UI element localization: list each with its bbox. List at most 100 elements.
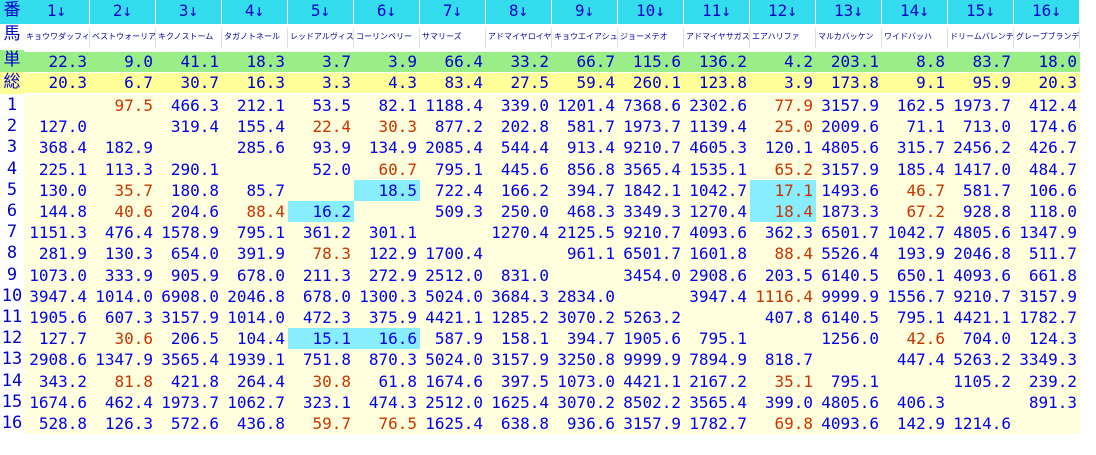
quinella-odds-cell <box>222 159 288 180</box>
win-odds-cell: 41.1 <box>156 52 222 72</box>
quinella-odds-cell: 134.9 <box>354 137 420 159</box>
horse-name-header: ジョーメテオ <box>618 28 684 48</box>
quinella-odds-cell: 1556.7 <box>882 286 948 307</box>
quinella-odds-cell: 1873.3 <box>816 201 882 222</box>
row-label: 9 <box>6 265 18 285</box>
quinella-odds-cell: 4421.1 <box>948 307 1014 328</box>
win-odds-cell: 115.6 <box>618 52 684 72</box>
quinella-odds-cell: 1535.1 <box>684 159 750 180</box>
quinella-odds-cell: 528.8 <box>24 413 90 434</box>
quinella-odds-cell: 182.9 <box>90 137 156 159</box>
quinella-odds-cell: 2302.6 <box>684 95 750 116</box>
quinella-odds-cell: 3070.2 <box>552 392 618 413</box>
horse-name-header: アドマイヤロイヤ <box>486 28 552 48</box>
quinella-odds-cell: 678.0 <box>288 286 354 307</box>
win-odds-cell: 18.3 <box>222 52 288 72</box>
quinella-odds-cell: 82.1 <box>354 95 420 116</box>
place-odds-cell: 83.4 <box>420 73 486 93</box>
win-odds-cell: 83.7 <box>948 52 1014 72</box>
quinella-odds-cell: 407.8 <box>750 307 816 328</box>
win-odds-cell: 9.0 <box>90 52 156 72</box>
win-odds-cell: 3.9 <box>354 52 420 72</box>
quinella-odds-cell: 2512.0 <box>420 392 486 413</box>
quinella-odds-cell: 1139.4 <box>684 116 750 137</box>
quinella-odds-cell: 4421.1 <box>420 307 486 328</box>
quinella-odds-cell: 661.8 <box>1014 265 1080 286</box>
quinella-odds-cell: 166.2 <box>486 180 552 201</box>
quinella-odds-cell: 678.0 <box>222 265 288 286</box>
quinella-odds-cell: 1105.2 <box>948 371 1014 392</box>
place-odds-cell: 95.9 <box>948 73 1014 93</box>
horse-name-header: コーリンベリー <box>354 28 420 48</box>
quinella-odds-cell: 250.0 <box>486 201 552 222</box>
quinella-odds-cell: 4093.6 <box>684 222 750 243</box>
quinella-odds-cell: 301.1 <box>354 222 420 243</box>
quinella-odds-cell: 2046.8 <box>222 286 288 307</box>
quinella-odds-cell: 936.6 <box>552 413 618 434</box>
quinella-odds-cell: 272.9 <box>354 265 420 286</box>
quinella-odds-cell: 1014.0 <box>90 286 156 307</box>
quinella-odds-cell: 3157.9 <box>618 413 684 434</box>
quinella-odds-cell: 1578.9 <box>156 222 222 243</box>
quinella-odds-cell <box>882 371 948 392</box>
quinella-odds-cell: 581.7 <box>552 116 618 137</box>
quinella-odds-cell: 5024.0 <box>420 286 486 307</box>
quinella-odds-cell: 877.2 <box>420 116 486 137</box>
quinella-odds-cell: 3250.8 <box>552 349 618 371</box>
quinella-odds-cell: 375.9 <box>354 307 420 328</box>
quinella-odds-cell: 203.5 <box>750 265 816 286</box>
quinella-odds-cell: 97.5 <box>90 95 156 116</box>
horse-number-header: 12↓ <box>750 0 816 24</box>
quinella-odds-cell: 511.7 <box>1014 243 1080 265</box>
horse-number-header: 5↓ <box>288 0 354 24</box>
quinella-odds-cell: 185.4 <box>882 159 948 180</box>
place-odds-cell: 3.3 <box>288 73 354 93</box>
horse-name-header: ワイドバッハ <box>882 28 948 48</box>
quinella-odds-cell: 928.8 <box>948 201 1014 222</box>
quinella-odds-cell: 3565.4 <box>156 349 222 371</box>
quinella-odds-cell: 9210.7 <box>618 137 684 159</box>
quinella-odds-cell: 795.1 <box>222 222 288 243</box>
quinella-odds-cell: 4805.6 <box>816 392 882 413</box>
quinella-odds-cell: 281.9 <box>24 243 90 265</box>
quinella-odds-cell: 362.3 <box>750 222 816 243</box>
row-label: 14 <box>1 371 23 391</box>
quinella-odds-cell: 1270.4 <box>684 201 750 222</box>
quinella-odds-cell: 913.4 <box>552 137 618 159</box>
quinella-odds-cell: 76.5 <box>354 413 420 434</box>
quinella-odds-cell: 509.3 <box>420 201 486 222</box>
quinella-odds-cell: 2456.2 <box>948 137 1014 159</box>
quinella-odds-cell: 2046.8 <box>948 243 1014 265</box>
quinella-odds-cell: 1493.6 <box>816 180 882 201</box>
quinella-odds-cell: 3157.9 <box>486 349 552 371</box>
row-label: 12 <box>1 328 23 348</box>
horse-name-header: アドマイヤサガス <box>684 28 750 48</box>
quinella-odds-cell: 2167.2 <box>684 371 750 392</box>
quinella-odds-cell <box>684 307 750 328</box>
label-tan: 単 <box>0 50 24 72</box>
quinella-odds-cell <box>156 137 222 159</box>
quinella-odds-cell: 399.0 <box>750 392 816 413</box>
row-label: 2 <box>6 116 18 136</box>
quinella-odds-cell: 106.6 <box>1014 180 1080 201</box>
quinella-odds-cell: 155.4 <box>222 116 288 137</box>
quinella-odds-cell: 6140.5 <box>816 307 882 328</box>
quinella-odds-cell: 1214.6 <box>948 413 1014 434</box>
quinella-odds-cell: 77.9 <box>750 95 816 116</box>
quinella-odds-cell: 3157.9 <box>156 307 222 328</box>
quinella-odds-cell: 462.4 <box>90 392 156 413</box>
quinella-odds-cell: 1116.4 <box>750 286 816 307</box>
quinella-odds-cell: 476.4 <box>90 222 156 243</box>
row-label: 10 <box>1 286 23 306</box>
win-odds-cell: 3.7 <box>288 52 354 72</box>
quinella-odds-cell: 1674.6 <box>24 392 90 413</box>
quinella-odds-cell: 46.7 <box>882 180 948 201</box>
quinella-odds-cell: 3565.4 <box>618 159 684 180</box>
quinella-odds-cell: 412.4 <box>1014 95 1080 116</box>
horse-number-header: 13↓ <box>816 0 882 24</box>
quinella-odds-cell: 445.6 <box>486 159 552 180</box>
quinella-odds-cell: 1973.7 <box>156 392 222 413</box>
quinella-odds-cell: 2834.0 <box>552 286 618 307</box>
quinella-odds-cell: 818.7 <box>750 349 816 371</box>
horse-name-header: サマリーズ <box>420 28 486 48</box>
